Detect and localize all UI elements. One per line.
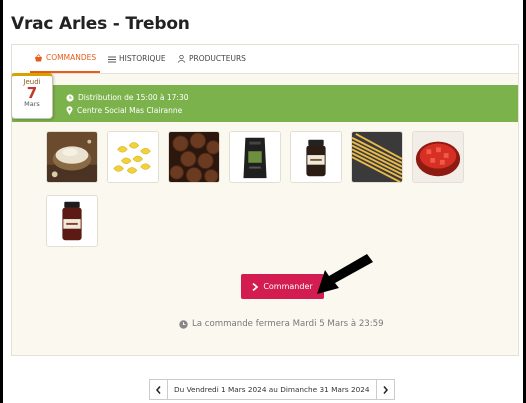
previous-month-button[interactable] bbox=[149, 379, 168, 400]
jar-icon bbox=[291, 132, 341, 182]
tomato-bowl-icon bbox=[413, 132, 463, 182]
date-range-pager: Du Vendredi 1 Mars 2024 au Dimanche 31 M… bbox=[149, 379, 395, 400]
product-thumb-chocolate[interactable] bbox=[168, 131, 220, 183]
distribution-place: Centre Social Mas Clairanne bbox=[66, 106, 182, 115]
distribution-time: Distribution de 15:00 à 17:30 bbox=[66, 93, 189, 102]
users-icon bbox=[177, 55, 186, 63]
date-month: Mars bbox=[24, 100, 40, 108]
tab-commandes-label: COMMANDES bbox=[46, 53, 97, 62]
chevron-right-icon bbox=[382, 385, 388, 394]
next-month-button[interactable] bbox=[375, 379, 395, 400]
chocolate-icon bbox=[169, 132, 219, 182]
flour-bowl-icon bbox=[47, 132, 97, 182]
tab-producteurs[interactable]: PRODUCTEURS bbox=[173, 45, 250, 73]
product-thumb-sauce[interactable] bbox=[46, 195, 98, 247]
pasta-icon bbox=[108, 132, 158, 182]
closing-note: La commande fermera Mardi 5 Mars à 23:59 bbox=[179, 319, 384, 329]
map-marker-icon bbox=[66, 106, 73, 115]
product-thumb-jar[interactable] bbox=[290, 131, 342, 183]
clock-icon bbox=[66, 93, 74, 102]
main-panel: COMMANDES HISTORIQUE PRODUCTEURS Distrib… bbox=[11, 44, 519, 356]
closing-note-text: La commande fermera Mardi 5 Mars à 23:59 bbox=[192, 319, 384, 329]
chevron-left-icon bbox=[156, 385, 161, 394]
spaghetti-icon bbox=[352, 132, 402, 182]
date-range-label: Du Vendredi 1 Mars 2024 au Dimanche 31 M… bbox=[168, 379, 376, 400]
basket-icon bbox=[35, 54, 42, 62]
distribution-date-card: Jeudi 7 Mars bbox=[11, 73, 53, 119]
pointer-arrow-icon bbox=[317, 254, 373, 294]
tab-producteurs-label: PRODUCTEURS bbox=[189, 54, 246, 63]
product-thumb-coffee[interactable] bbox=[229, 131, 281, 183]
app-window: Vrac Arles - Trebon COMMANDES HISTORIQUE bbox=[0, 0, 526, 403]
list-icon bbox=[108, 56, 116, 62]
sauce-jar-icon bbox=[47, 196, 97, 246]
coffee-bag-icon bbox=[230, 132, 280, 182]
distribution-time-text: Distribution de 15:00 à 17:30 bbox=[78, 93, 189, 102]
product-thumb-flour[interactable] bbox=[46, 131, 98, 183]
tab-bar: COMMANDES HISTORIQUE PRODUCTEURS bbox=[12, 45, 518, 74]
product-thumb-spaghetti[interactable] bbox=[351, 131, 403, 183]
tab-historique-label: HISTORIQUE bbox=[119, 54, 166, 63]
tab-commandes[interactable]: COMMANDES bbox=[30, 45, 101, 73]
distribution-place-text: Centre Social Mas Clairanne bbox=[77, 106, 183, 115]
product-thumb-pasta[interactable] bbox=[107, 131, 159, 183]
chevron-right-icon bbox=[252, 282, 259, 291]
tab-historique[interactable]: HISTORIQUE bbox=[104, 45, 170, 73]
distribution-bar: Distribution de 15:00 à 17:30 Centre Soc… bbox=[12, 85, 518, 122]
date-day: 7 bbox=[26, 84, 38, 102]
clock-icon bbox=[179, 319, 188, 329]
product-thumb-tomato[interactable] bbox=[412, 131, 464, 183]
commander-button-label: Commander bbox=[263, 282, 313, 291]
page-title: Vrac Arles - Trebon bbox=[11, 14, 190, 34]
